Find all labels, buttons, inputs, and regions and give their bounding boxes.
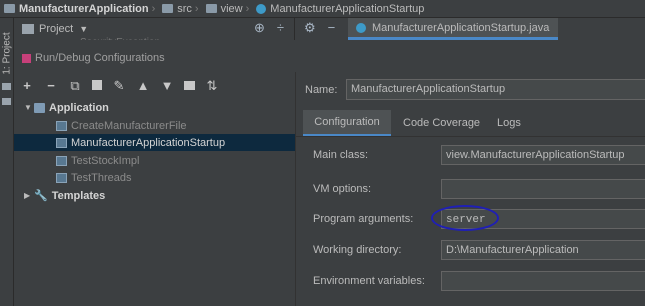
folder-icon	[4, 4, 15, 13]
breadcrumb-file[interactable]: ManufacturerApplicationStartup	[256, 3, 424, 15]
tree-node-templates[interactable]: ▶ 🔧 Templates	[14, 187, 295, 204]
vm-options-field[interactable]	[441, 179, 645, 199]
chevron-right-icon: ›	[194, 2, 199, 15]
working-directory-label: Working directory:	[313, 244, 402, 256]
copy-icon[interactable]: ⧉	[68, 78, 82, 94]
tab-configuration[interactable]: Configuration	[303, 110, 391, 136]
gear-icon[interactable]: ⚙	[304, 20, 316, 36]
remove-icon[interactable]: −	[44, 78, 58, 94]
project-tool-button[interactable]: 1: Project	[2, 32, 13, 74]
folder-icon	[162, 4, 174, 13]
target-icon[interactable]: ⊕	[254, 20, 265, 36]
tree-item[interactable]: TestThreads	[14, 169, 295, 186]
main-class-label: Main class:	[313, 149, 369, 161]
folder-icon[interactable]	[184, 81, 195, 90]
vm-options-label: VM options:	[313, 183, 372, 195]
move-down-icon[interactable]: ▼	[160, 78, 174, 94]
config-icon	[56, 155, 67, 166]
config-icon	[56, 172, 67, 183]
breadcrumb-bar: ManufacturerApplication › src › view › M…	[0, 0, 645, 18]
tree-item[interactable]: CreateManufacturerFile	[14, 117, 295, 134]
config-tree: ▼ Application CreateManufacturerFile Man…	[14, 97, 295, 306]
breadcrumb-src[interactable]: src	[162, 3, 192, 15]
editor-tab[interactable]: ManufacturerApplicationStartup.java	[348, 18, 558, 40]
class-icon	[356, 22, 366, 33]
name-label: Name:	[305, 84, 338, 96]
chevron-down-icon[interactable]: ▼	[79, 24, 88, 34]
environment-variables-field[interactable]	[441, 271, 645, 291]
main-class-field[interactable]: view.ManufacturerApplicationStartup	[441, 145, 645, 165]
tree-item[interactable]: TestStockImpl	[14, 152, 295, 169]
folder-icon	[205, 4, 217, 13]
project-header-icons-2: ⚙ −	[304, 20, 335, 36]
move-up-icon[interactable]: ▲	[136, 78, 150, 94]
tool-window-strip: 1: Project	[0, 18, 14, 306]
breadcrumb-project[interactable]: ManufacturerApplication	[4, 3, 149, 15]
wrench-icon[interactable]: ✎	[112, 78, 126, 94]
name-input[interactable]: ManufacturerApplicationStartup	[346, 79, 645, 100]
folder-icon[interactable]	[2, 83, 11, 90]
environment-variables-label: Environment variables:	[313, 275, 425, 287]
collapse-icon[interactable]: ÷	[277, 20, 284, 36]
intellij-logo-icon	[22, 53, 31, 63]
config-icon	[56, 120, 67, 131]
expand-arrow-icon[interactable]: ▶	[24, 191, 34, 200]
chevron-right-icon: ›	[245, 2, 250, 15]
project-icon	[22, 24, 34, 34]
project-header-icons: ⊕ ÷	[254, 20, 284, 36]
tree-item-selected[interactable]: ManufacturerApplicationStartup	[14, 134, 295, 151]
annotation-circle	[431, 205, 499, 231]
sort-icon[interactable]: ⇅	[205, 78, 219, 94]
breadcrumb-view[interactable]: view	[205, 3, 243, 15]
dialog-toolbar: + − ⧉ ✎ ▲ ▼ ⇅	[20, 78, 219, 94]
add-icon[interactable]: +	[20, 78, 34, 94]
config-icon	[56, 137, 67, 148]
folder-icon[interactable]	[2, 98, 11, 105]
save-icon[interactable]	[92, 80, 102, 90]
project-view-selector[interactable]: Project	[39, 23, 73, 35]
application-icon	[34, 102, 45, 113]
tab-logs[interactable]: Logs	[497, 110, 521, 136]
minimize-icon[interactable]: −	[328, 20, 336, 36]
divider	[294, 18, 295, 40]
wrench-icon: 🔧	[34, 190, 48, 202]
program-arguments-label: Program arguments:	[313, 213, 414, 225]
tab-code-coverage[interactable]: Code Coverage	[403, 110, 480, 136]
tree-node-application[interactable]: ▼ Application	[14, 99, 295, 116]
working-directory-field[interactable]: D:\ManufacturerApplication	[441, 240, 645, 260]
divider	[295, 136, 645, 137]
class-icon	[256, 3, 267, 14]
dialog-title: Run/Debug Configurations	[22, 52, 165, 64]
chevron-right-icon: ›	[151, 2, 156, 15]
expand-arrow-icon[interactable]: ▼	[24, 103, 34, 112]
